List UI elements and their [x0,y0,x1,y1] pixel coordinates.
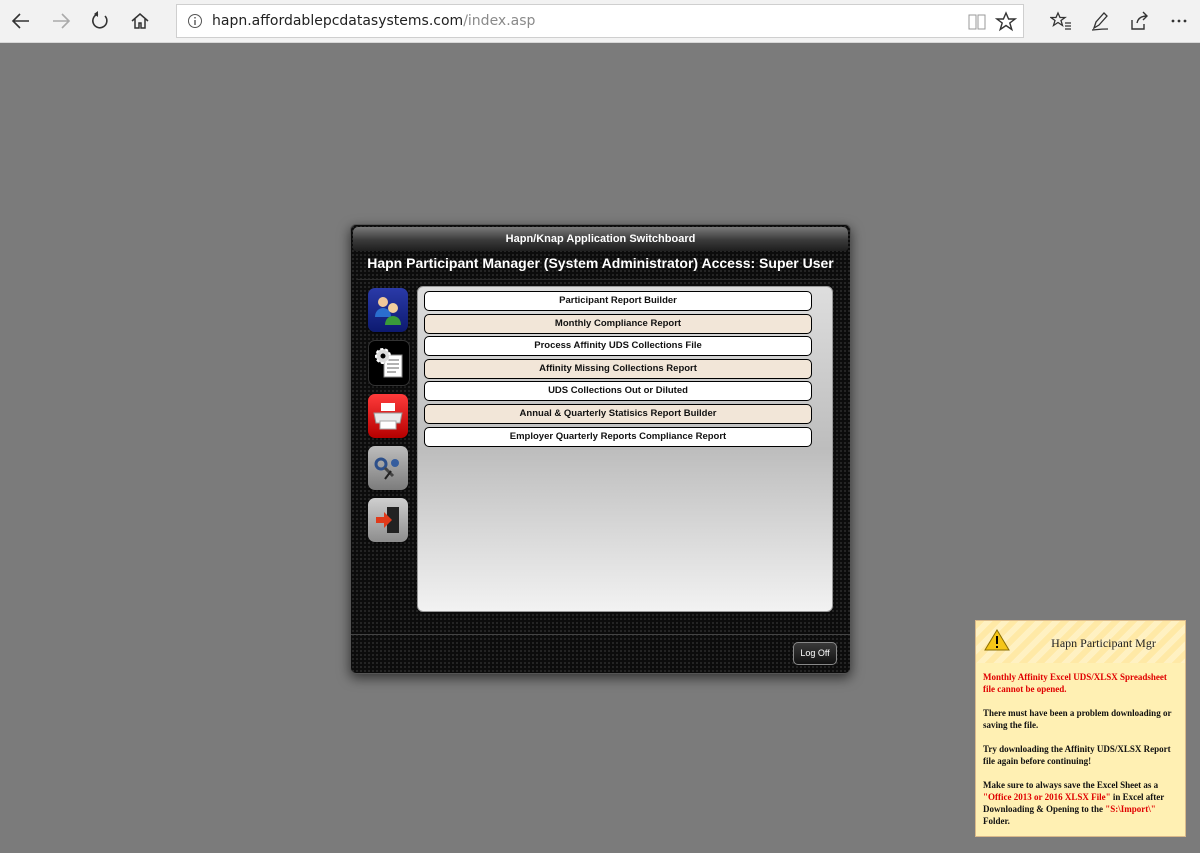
warning-icon [984,629,1010,656]
tools-icon[interactable] [368,446,408,490]
notification-body: Monthly Affinity Excel UDS/XLSX Spreadsh… [983,671,1181,839]
printer-icon[interactable] [368,394,408,438]
menu-item-affinity-missing-collections[interactable]: Affinity Missing Collections Report [424,358,812,379]
notification-text-3: Make sure to always save the Excel Sheet… [983,780,1165,826]
notification-error: Monthly Affinity Excel UDS/XLSX Spreadsh… [983,672,1167,694]
notification-text-2: Try downloading the Affinity UDS/XLSX Re… [983,744,1171,766]
switchboard-subtitle: Hapn Participant Manager (System Adminis… [367,255,834,271]
reading-view-icon[interactable] [967,12,987,32]
notification-title: Hapn Participant Mgr [1051,636,1156,650]
browser-toolbar: hapn.affordablepcdatasystems.com/index.a… [0,0,1200,43]
share-icon[interactable] [1124,6,1154,36]
users-icon[interactable] [368,288,408,332]
back-arrow-icon[interactable] [6,6,36,36]
url-text: hapn.affordablepcdatasystems.com/index.a… [212,13,536,29]
address-bar[interactable]: hapn.affordablepcdatasystems.com/index.a… [176,4,1024,38]
menu-item-uds-collections-out[interactable]: UDS Collections Out or Diluted [424,381,812,402]
refresh-icon[interactable] [85,6,115,36]
forward-arrow-icon[interactable] [46,6,76,36]
menu-item-employer-quarterly-compliance[interactable]: Employer Quarterly Reports Compliance Re… [424,426,812,447]
favorites-list-icon[interactable] [1046,6,1076,36]
home-icon[interactable] [125,6,155,36]
settings-document-icon[interactable] [368,340,410,386]
report-menu: Participant Report Builder Monthly Compl… [424,291,812,449]
switchboard-title: Hapn/Knap Application Switchboard [353,227,848,251]
info-icon[interactable] [187,13,203,29]
more-options-icon[interactable] [1164,6,1194,36]
log-off-button[interactable]: Log Off [793,642,837,665]
menu-item-annual-quarterly-stats[interactable]: Annual & Quarterly Statisics Report Buil… [424,403,812,424]
footer-divider [351,634,850,635]
notification-popup[interactable]: Hapn Participant Mgr Monthly Affinity Ex… [975,620,1186,837]
menu-item-process-affinity-uds[interactable]: Process Affinity UDS Collections File [424,336,812,357]
side-icon-bar [368,288,410,550]
menu-item-participant-report-builder[interactable]: Participant Report Builder [424,291,812,311]
switchboard-window: Hapn/Knap Application Switchboard Hapn P… [350,224,851,674]
menu-panel: Participant Report Builder Monthly Compl… [417,286,833,612]
pen-notes-icon[interactable] [1085,6,1115,36]
menu-item-monthly-compliance-report[interactable]: Monthly Compliance Report [424,313,812,334]
divider [357,279,843,280]
notification-header: Hapn Participant Mgr [976,621,1185,663]
notification-text-1: There must have been a problem downloadi… [983,708,1172,730]
favorite-star-icon[interactable] [994,11,1018,33]
exit-door-icon[interactable] [368,498,408,542]
